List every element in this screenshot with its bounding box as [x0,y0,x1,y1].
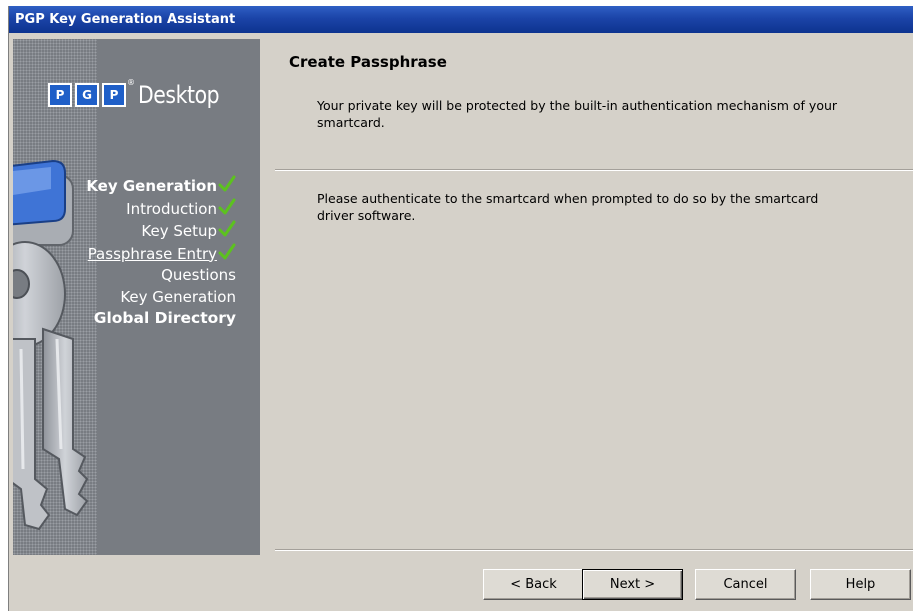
footer-divider [275,549,913,551]
pgp-desktop-logo: P G P ® Desktop [48,78,233,110]
next-button[interactable]: Next > [582,569,683,600]
step-key-generation: Key Generation [86,175,236,198]
step-questions: Questions [86,265,236,287]
step-introduction: Introduction [86,198,236,221]
step-label: Questions [161,266,236,284]
step-label: Global Directory [93,309,236,327]
step-label: Key Setup [141,222,217,240]
page-description: Your private key will be protected by th… [317,98,838,130]
step-label: Introduction [126,199,217,218]
check-icon [218,198,236,216]
step-key-setup: Key Setup [86,220,236,243]
logo-letter-p2: P [102,83,126,107]
step-passphrase-entry: Passphrase Entry [86,243,236,266]
step-label: Key Generation [120,287,236,306]
logo-registered-mark: ® [127,78,135,87]
help-button[interactable]: Help [810,569,911,600]
check-icon [218,175,236,193]
window-title: PGP Key Generation Assistant [9,6,913,33]
step-label: Key Generation [86,177,217,195]
step-key-generation-sub: Key Generation [86,287,236,309]
wizard-window: PGP Key Generation Assistant P G P ® Des… [8,6,913,611]
step-global-directory: Global Directory [86,308,236,330]
logo-letter-p1: P [48,83,72,107]
header-divider [275,169,913,171]
check-icon [218,220,236,238]
page-instructions: Please authenticate to the smartcard whe… [317,191,819,223]
cancel-button[interactable]: Cancel [695,569,796,600]
check-icon [218,243,236,261]
side-panel: P G P ® Desktop Key Generation Introduct… [13,39,260,555]
logo-product-name: Desktop [138,81,220,109]
back-button[interactable]: < Back [483,569,584,600]
page-title: Create Passphrase [289,53,447,71]
logo-letter-g: G [75,83,99,107]
wizard-steps: Key Generation Introduction Key Setup Pa… [86,175,236,330]
step-label: Passphrase Entry [87,244,217,263]
